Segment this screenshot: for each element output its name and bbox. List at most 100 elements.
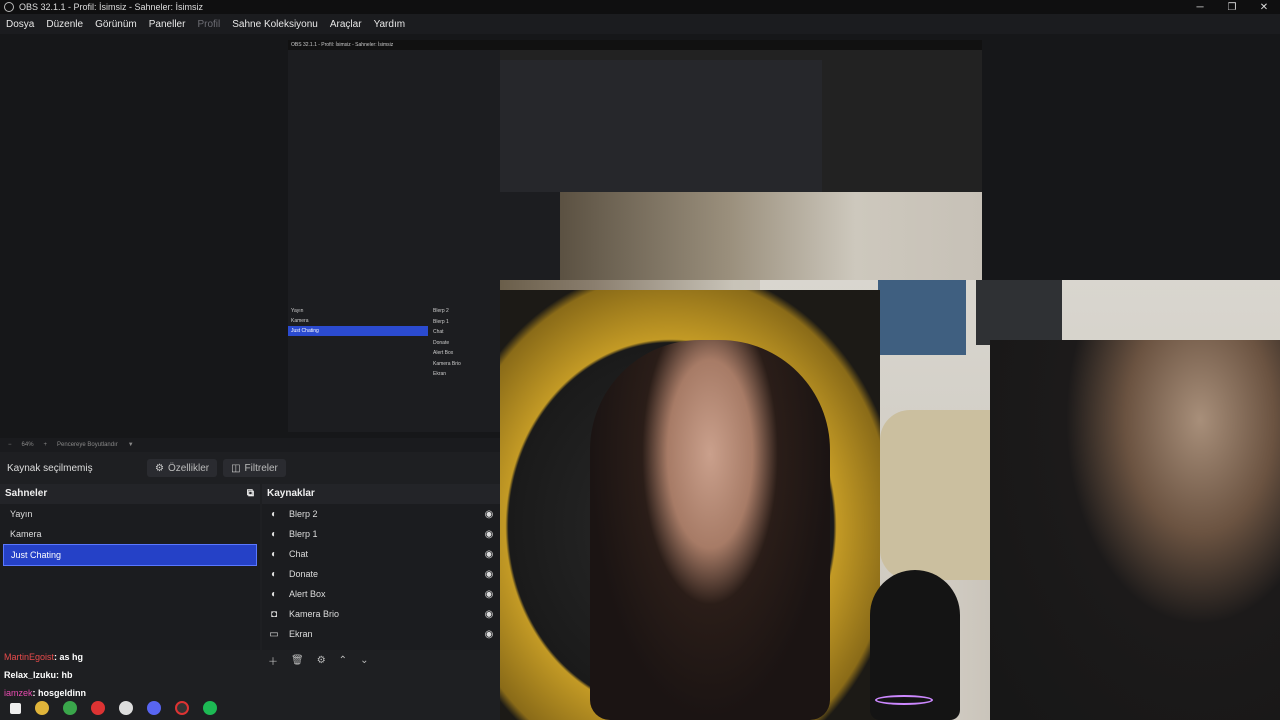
menu-gorunum[interactable]: Görünüm: [89, 19, 143, 30]
source-item-alert-box[interactable]: ◐ Alert Box ◉: [262, 584, 500, 604]
eye-icon[interactable]: ◉: [483, 509, 495, 520]
fit-to-window-label[interactable]: Pencereye Boyutlandır: [57, 442, 118, 448]
nested-source-item: Donate: [433, 339, 450, 346]
menu-yardim[interactable]: Yardım: [368, 19, 412, 30]
obs-icon[interactable]: [175, 701, 189, 715]
nested-scene-item: Kamera: [291, 318, 309, 324]
globe-icon: ◐: [270, 588, 278, 600]
eye-icon[interactable]: ◉: [483, 589, 495, 600]
filters-button[interactable]: ◫ Filtreler: [223, 459, 286, 477]
title-bar: OBS 32.1.1 - Profil: İsimsiz - Sahneler:…: [0, 0, 1280, 14]
source-label: Ekran: [289, 629, 313, 639]
nested-source-item: Ekran: [433, 371, 447, 377]
zoom-level: 64%: [21, 442, 34, 448]
gear-icon: ⚙: [155, 462, 164, 474]
zoom-in-button[interactable]: +: [44, 442, 48, 448]
chat-message: : hosgeldinn: [32, 688, 87, 698]
scenes-panel: Sahneler ⧉ Yayın Kamera Just Chating: [0, 484, 260, 650]
chat-line: MartinEgoist: as hg: [4, 652, 83, 662]
chevron-down-icon[interactable]: ▼: [128, 442, 134, 448]
properties-button[interactable]: ⚙ Özellikler: [147, 459, 218, 477]
preview-scale-bar: − 64% + Pencereye Boyutlandır ▼: [0, 438, 500, 452]
camera-feed: [500, 280, 1280, 720]
steam-icon[interactable]: [119, 701, 133, 715]
properties-bar: Kaynak seçilmemiş ⚙ Özellikler ◫ Filtrel…: [0, 456, 500, 480]
nested-source-item: Chat: [433, 329, 444, 335]
source-item-ekran[interactable]: ▭ Ekran ◉: [262, 624, 500, 644]
menu-sahne-koleksiyonu[interactable]: Sahne Koleksiyonu: [226, 19, 324, 30]
chat-message: : hb: [56, 670, 73, 680]
source-label: Blerp 1: [289, 529, 318, 539]
close-button[interactable]: ✕: [1248, 2, 1280, 13]
source-label: Kamera Brio: [289, 609, 340, 619]
nested-source-item: Blerp 2: [433, 308, 449, 314]
chat-username: iamzek: [4, 688, 33, 698]
source-item-kamera-brio[interactable]: ◘ Kamera Brio ◉: [262, 604, 500, 624]
source-item-blerp-2[interactable]: ◐ Blerp 2 ◉: [262, 504, 500, 524]
globe-icon: ◐: [270, 548, 278, 560]
globe-icon: ◐: [270, 528, 278, 540]
nested-scenes-list: Yayın Kamera Just Chating: [288, 306, 428, 396]
mic-rgb-ring: [875, 695, 933, 705]
maximize-button[interactable]: ❐: [1216, 2, 1248, 13]
eye-icon[interactable]: ◉: [483, 609, 495, 620]
nested-source-item: Blerp 1: [433, 318, 449, 325]
monitor-icon: ▭: [269, 628, 279, 640]
eye-icon[interactable]: ◉: [483, 629, 495, 640]
menu-paneller[interactable]: Paneller: [143, 19, 192, 30]
properties-button-label: Özellikler: [167, 462, 210, 474]
eye-icon[interactable]: ◉: [483, 529, 495, 540]
windows-start-icon[interactable]: [10, 702, 21, 714]
sources-panel: Kaynaklar ◐ Blerp 2 ◉ ◐ Blerp 1 ◉ ◐ Chat…: [262, 484, 500, 650]
chrome-icon[interactable]: [63, 701, 77, 715]
source-item-blerp-1[interactable]: ◐ Blerp 1 ◉: [262, 524, 500, 544]
globe-icon: ◐: [270, 508, 278, 520]
menu-araclar[interactable]: Araçlar: [324, 19, 368, 30]
camera-icon: ◘: [270, 608, 278, 620]
explorer-icon[interactable]: [35, 701, 49, 715]
discord-icon[interactable]: [147, 701, 161, 715]
nested-obs-window: Yayın Kamera Just Chating Blerp 2 Blerp …: [288, 40, 500, 432]
streamer: [590, 340, 830, 720]
spotify-icon[interactable]: [203, 701, 217, 715]
chat-line: iamzek: hosgeldinn: [4, 688, 86, 698]
scene-item-yayin[interactable]: Yayın: [3, 504, 257, 524]
source-label: Blerp 2: [289, 509, 318, 519]
nested-camera-feed: [560, 192, 982, 280]
nested-title-bar: OBS 32.1.1 - Profil: İsimsiz - Sahneler:…: [288, 40, 982, 50]
acoustic-panel: [976, 280, 1062, 345]
source-label: Donate: [289, 569, 319, 579]
wall-banner: [878, 280, 966, 355]
chat-username: Relax_Izuku: [4, 670, 57, 680]
source-label: Alert Box: [289, 589, 326, 599]
zoom-out-button[interactable]: −: [8, 442, 12, 448]
nested-sources-list: Blerp 2 Blerp 1 Chat Donate Alert Box Ka…: [430, 306, 500, 396]
menu-duzenle[interactable]: Düzenle: [40, 19, 89, 30]
scene-item-just-chating[interactable]: Just Chating: [3, 544, 257, 566]
chat-username: MartinEgoist: [4, 652, 55, 662]
source-item-donate[interactable]: ◐ Donate ◉: [262, 564, 500, 584]
nested-source-item: Kamera Brio: [433, 360, 461, 367]
sources-panel-title: Kaynaklar: [267, 488, 315, 499]
nested-source-item: Alert Box: [433, 350, 454, 356]
menu-dosya[interactable]: Dosya: [0, 19, 40, 30]
filter-icon: ◫: [231, 462, 241, 474]
window-title: OBS 32.1.1 - Profil: İsimsiz - Sahneler:…: [19, 2, 204, 12]
source-item-chat[interactable]: ◐ Chat ◉: [262, 544, 500, 564]
filters-button-label: Filtreler: [244, 462, 278, 474]
undock-icon[interactable]: ⧉: [247, 484, 254, 504]
eye-icon[interactable]: ◉: [483, 549, 495, 560]
scenes-panel-title: Sahneler: [5, 488, 48, 499]
obs-logo-icon: [4, 2, 14, 12]
menu-profil: Profil: [197, 18, 221, 30]
chat-message: : as hg: [54, 652, 84, 662]
nested-scene-item: Just Chating: [288, 326, 428, 336]
eye-icon[interactable]: ◉: [483, 569, 495, 580]
taskbar: [0, 698, 270, 718]
minimize-button[interactable]: ─: [1184, 2, 1216, 13]
globe-icon: ◐: [270, 568, 278, 580]
scene-item-kamera[interactable]: Kamera: [3, 524, 257, 544]
app-icon[interactable]: [91, 701, 105, 715]
nested-scene-item: Yayın: [291, 308, 304, 314]
menu-bar: Dosya Düzenle Görünüm Paneller Profil Sa…: [0, 14, 1280, 34]
